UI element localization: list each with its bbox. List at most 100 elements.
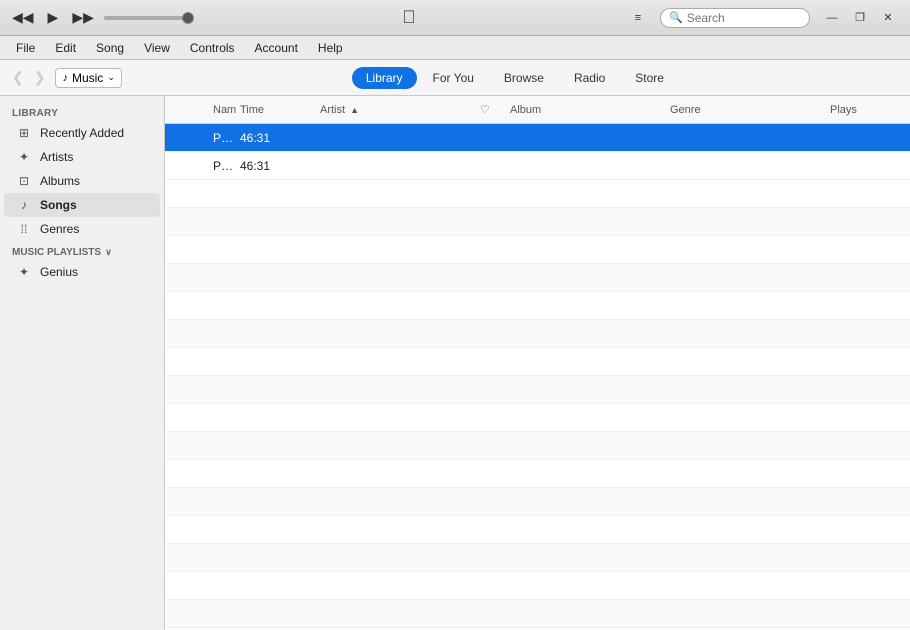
- sidebar-items: ⊞ Recently Added✦ Artists⊡ Albums♪ Songs…: [0, 121, 164, 241]
- menu-item-help[interactable]: Help: [310, 39, 351, 57]
- play-button[interactable]: ▶: [44, 7, 63, 28]
- row-time: 46:31: [236, 159, 316, 173]
- playlists-label: Music Playlists: [12, 247, 101, 258]
- back-nav-button[interactable]: ❮: [8, 67, 28, 88]
- col-header-heart: ♡: [476, 103, 506, 116]
- nav-bar: ❮ ❯ ♪ Music ⌄ LibraryFor YouBrowseRadioS…: [0, 60, 910, 96]
- forward-button[interactable]: ▶▶: [68, 7, 98, 28]
- sort-arrow-icon: ▲: [350, 105, 359, 115]
- title-bar: ◀◀ ▶ ▶▶  ≡ 🔍 — ❐ ✕: [0, 0, 910, 36]
- sidebar: Library ⊞ Recently Added✦ Artists⊡ Album…: [0, 96, 165, 630]
- minimize-button[interactable]: —: [818, 4, 846, 32]
- empty-row: [165, 348, 910, 376]
- sidebar-item-albums[interactable]: ⊡ Albums: [4, 169, 160, 193]
- playlists-header[interactable]: Music Playlists ∨: [0, 241, 164, 260]
- empty-row: [165, 516, 910, 544]
- col-header-genre: Genre: [666, 104, 826, 116]
- sidebar-item-label: Songs: [40, 198, 77, 212]
- nav-tabs: LibraryFor YouBrowseRadioStore: [128, 67, 902, 89]
- library-section-label: Library: [0, 104, 164, 121]
- menu-item-view[interactable]: View: [136, 39, 178, 57]
- empty-row: [165, 320, 910, 348]
- empty-row: [165, 180, 910, 208]
- sidebar-item-label: Recently Added: [40, 126, 124, 140]
- progress-thumb: [182, 12, 194, 24]
- row-time: 46:31: [236, 131, 316, 145]
- menu-item-edit[interactable]: Edit: [47, 39, 84, 57]
- progress-bar[interactable]: [104, 16, 194, 20]
- genius-icon: ✦: [16, 265, 32, 279]
- table-body: Podcast with Michael Ficara ••• 46:31 Po…: [165, 124, 910, 630]
- table-header: Name Time Artist ▲ ♡ Album Genre Plays: [165, 96, 910, 124]
- restore-button[interactable]: ❐: [846, 4, 874, 32]
- menu-item-song[interactable]: Song: [88, 39, 132, 57]
- title-right: ≡ 🔍 — ❐ ✕: [624, 4, 902, 32]
- menu-button[interactable]: ≡: [624, 4, 652, 32]
- recently added-icon: ⊞: [16, 126, 32, 140]
- genres-icon: ⁞⁞: [16, 222, 32, 236]
- content-area: Name Time Artist ▲ ♡ Album Genre Plays P…: [165, 96, 910, 630]
- sidebar-item-label: Genres: [40, 222, 79, 236]
- sidebar-item-label: Artists: [40, 150, 73, 164]
- search-input[interactable]: [687, 11, 801, 25]
- empty-row: [165, 292, 910, 320]
- forward-nav-button[interactable]: ❯: [30, 67, 50, 88]
- dropdown-icon: ⌄: [107, 72, 115, 83]
- music-selector[interactable]: ♪ Music ⌄: [55, 68, 121, 88]
- col-header-artist[interactable]: Artist ▲: [316, 104, 476, 116]
- tab-for-you[interactable]: For You: [419, 67, 488, 89]
- main-layout: Library ⊞ Recently Added✦ Artists⊡ Album…: [0, 96, 910, 630]
- sidebar-item-artists[interactable]: ✦ Artists: [4, 145, 160, 169]
- tab-browse[interactable]: Browse: [490, 67, 558, 89]
- col-header-name[interactable]: Name: [209, 104, 236, 116]
- empty-row: [165, 572, 910, 600]
- tab-store[interactable]: Store: [621, 67, 678, 89]
- empty-row: [165, 264, 910, 292]
- playback-controls: ◀◀ ▶ ▶▶: [8, 7, 194, 28]
- progress-bar-wrap: [104, 16, 194, 20]
- table-row[interactable]: Podcast with Michael Ficara 46:31: [165, 152, 910, 180]
- empty-row: [165, 600, 910, 628]
- empty-row: [165, 544, 910, 572]
- title-center: : [402, 7, 416, 28]
- albums-icon: ⊡: [16, 174, 32, 188]
- col-header-time: Time: [236, 104, 316, 116]
- row-name: Podcast with Michael Ficara •••: [209, 131, 236, 145]
- menu-item-controls[interactable]: Controls: [182, 39, 243, 57]
- playlist-item-genius[interactable]: ✦ Genius: [4, 260, 160, 284]
- playlist-item-label: Genius: [40, 265, 78, 279]
- menu-bar: FileEditSongViewControlsAccountHelp: [0, 36, 910, 60]
- nav-arrows: ❮ ❯: [8, 67, 49, 88]
- sidebar-item-recently-added[interactable]: ⊞ Recently Added: [4, 121, 160, 145]
- empty-row: [165, 488, 910, 516]
- tab-radio[interactable]: Radio: [560, 67, 619, 89]
- artists-icon: ✦: [16, 150, 32, 164]
- back-button[interactable]: ◀◀: [8, 7, 38, 28]
- empty-row: [165, 236, 910, 264]
- sidebar-item-genres[interactable]: ⁞⁞ Genres: [4, 217, 160, 241]
- playlist-items: ✦ Genius: [0, 260, 164, 284]
- sidebar-item-songs[interactable]: ♪ Songs: [4, 193, 160, 217]
- apple-logo-icon: : [402, 7, 416, 28]
- col-header-album: Album: [506, 104, 666, 116]
- tab-library[interactable]: Library: [352, 67, 417, 89]
- col-header-plays: Plays: [826, 104, 906, 116]
- menu-item-file[interactable]: File: [8, 39, 43, 57]
- menu-item-account[interactable]: Account: [247, 39, 306, 57]
- table-row[interactable]: Podcast with Michael Ficara ••• 46:31: [165, 124, 910, 152]
- songs-icon: ♪: [16, 198, 32, 212]
- empty-row: [165, 432, 910, 460]
- empty-row: [165, 404, 910, 432]
- empty-row: [165, 376, 910, 404]
- search-wrap: 🔍: [660, 8, 810, 28]
- window-controls: — ❐ ✕: [818, 4, 902, 32]
- empty-row: [165, 208, 910, 236]
- row-name: Podcast with Michael Ficara: [209, 159, 236, 173]
- playlists-chevron-icon: ∨: [105, 247, 112, 258]
- close-button[interactable]: ✕: [874, 4, 902, 32]
- sidebar-item-label: Albums: [40, 174, 80, 188]
- empty-row: [165, 460, 910, 488]
- search-icon: 🔍: [669, 11, 683, 24]
- music-selector-label: Music: [72, 71, 103, 85]
- music-note-icon: ♪: [62, 72, 68, 84]
